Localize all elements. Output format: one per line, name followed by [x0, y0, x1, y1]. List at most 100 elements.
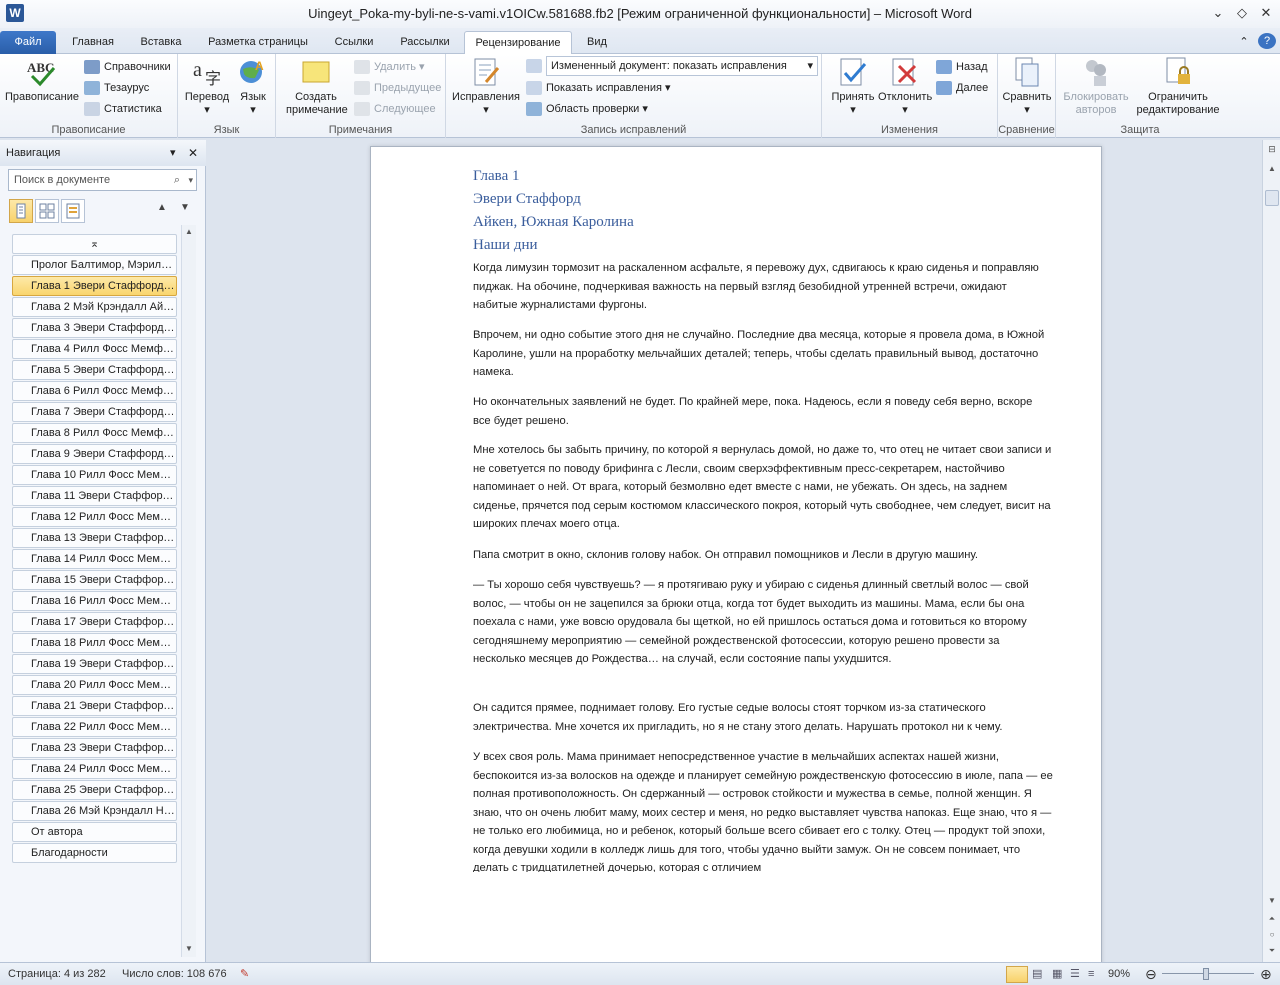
paragraph[interactable]: Когда лимузин тормозит на раскаленном ас… — [473, 259, 1053, 315]
tab-mailings[interactable]: Рассылки — [392, 31, 458, 54]
nav-heading-item[interactable]: Глава 15 Эвери Стаффорд … — [12, 570, 177, 590]
next-comment-button[interactable]: Следующее — [354, 99, 436, 119]
thesaurus-button[interactable]: Тезаурус — [84, 78, 149, 98]
nav-heading-item[interactable]: Благодарности — [12, 843, 177, 863]
spelling-button[interactable]: ABC Правописание — [4, 56, 80, 103]
show-markup-button[interactable]: Показать исправления ▾ — [526, 78, 671, 98]
page-counter[interactable]: Страница: 4 из 282 — [8, 963, 106, 985]
nav-heading-item[interactable]: Глава 17 Эвери Стаффорд … — [12, 612, 177, 632]
track-changes-button[interactable]: Исправления ▾ — [450, 56, 522, 116]
scroll-up-icon[interactable]: ▲ — [182, 225, 196, 239]
restore-icon[interactable]: ◇ — [1232, 4, 1252, 22]
close-window-icon[interactable]: ✕ — [1256, 4, 1276, 22]
previous-heading-icon[interactable]: ▲ — [157, 202, 167, 213]
search-input[interactable]: Поиск в документе ⌕ ▾ — [8, 169, 197, 191]
scroll-up-icon[interactable]: ▲ — [1264, 164, 1280, 178]
search-icon[interactable]: ⌕ — [174, 170, 180, 190]
nav-heading-item[interactable]: Глава 9 Эвери Стаффорд А… — [12, 444, 177, 464]
tab-home[interactable]: Главная — [64, 31, 122, 54]
web-layout-icon[interactable]: ▦ — [1052, 963, 1062, 985]
word-count[interactable]: Число слов: 108 676 — [122, 963, 227, 985]
nav-heading-item[interactable]: От автора — [12, 822, 177, 842]
collapse-ribbon-icon[interactable]: ⌃ — [1236, 31, 1252, 54]
headings-view-icon[interactable] — [9, 199, 33, 223]
document-page[interactable]: Глава 1 Эвери Стаффорд Айкен, Южная Каро… — [370, 146, 1102, 962]
translate-button[interactable]: a字 Перевод ▾ — [182, 56, 232, 116]
scroll-down-icon[interactable]: ▼ — [1264, 896, 1280, 910]
nav-heading-item[interactable]: Глава 26 Мэй Крэндалл На… — [12, 801, 177, 821]
nav-heading-item[interactable]: Глава 22 Рилл Фосс Мемф… — [12, 717, 177, 737]
paragraph[interactable]: Мне хотелось бы забыть причину, по котор… — [473, 441, 1053, 534]
zoom-slider-thumb[interactable] — [1203, 968, 1209, 980]
draft-icon[interactable]: ≡ — [1088, 963, 1094, 985]
delete-comment-button[interactable]: Удалить ▾ — [354, 57, 425, 77]
nav-heading-item[interactable]: Глава 18 Рилл Фосс Мемф… — [12, 633, 177, 653]
tab-references[interactable]: Ссылки — [324, 31, 384, 54]
previous-page-icon[interactable]: ⏶ — [1264, 914, 1280, 928]
nav-heading-item[interactable]: Глава 21 Эвери Стаффорд … — [12, 696, 177, 716]
paragraph[interactable]: Но окончательных заявлений не будет. По … — [473, 393, 1053, 430]
zoom-in-icon[interactable]: ⊕ — [1260, 963, 1272, 985]
nav-heading-item[interactable]: Глава 24 Рилл Фосс Мемф… — [12, 759, 177, 779]
results-view-icon[interactable] — [61, 199, 85, 223]
nav-heading-item[interactable]: Глава 11 Эвери Стаффорд … — [12, 486, 177, 506]
language-button[interactable]: A Язык ▾ — [232, 56, 274, 116]
document-area[interactable]: Глава 1 Эвери Стаффорд Айкен, Южная Каро… — [207, 140, 1262, 962]
proofing-errors-icon[interactable]: ✎ — [240, 963, 249, 985]
nav-heading-item[interactable]: Глава 6 Рилл Фосс Мемфи… — [12, 381, 177, 401]
paragraph[interactable]: Папа смотрит в окно, склонив голову набо… — [473, 546, 1053, 565]
nav-heading-item[interactable]: Глава 12 Рилл Фосс Мемф… — [12, 507, 177, 527]
nav-heading-item[interactable]: Глава 10 Рилл Фосс Мемф… — [12, 465, 177, 485]
nav-heading-item[interactable]: Глава 23 Эвери Стаффорд … — [12, 738, 177, 758]
help-icon[interactable]: ? — [1258, 33, 1276, 49]
pages-view-icon[interactable] — [35, 199, 59, 223]
research-button[interactable]: Справочники — [84, 57, 171, 77]
nav-heading-item[interactable]: Глава 19 Эвери Стаффорд … — [12, 654, 177, 674]
previous-comment-button[interactable]: Предыдущее — [354, 78, 441, 98]
scroll-thumb[interactable] — [1265, 190, 1279, 206]
tab-review[interactable]: Рецензирование — [464, 31, 572, 55]
paragraph[interactable]: У всех своя роль. Мама принимает непосре… — [473, 748, 1053, 872]
display-mode-field[interactable]: Измененный документ: показать исправлени… — [546, 56, 818, 77]
next-change-button[interactable]: Далее — [936, 78, 988, 98]
paragraph[interactable]: — Ты хорошо себя чувствуешь? — я протяги… — [473, 576, 1053, 669]
nav-heading-item[interactable]: Глава 20 Рилл Фосс Мемф… — [12, 675, 177, 695]
paragraph[interactable]: Впрочем, ни одно событие этого дня не сл… — [473, 326, 1053, 382]
select-browse-object-icon[interactable]: ○ — [1264, 930, 1280, 944]
close-pane-icon[interactable]: ✕ — [188, 140, 198, 166]
nav-heading-item[interactable]: Глава 16 Рилл Фосс Мемф… — [12, 591, 177, 611]
scroll-down-icon[interactable]: ▼ — [182, 942, 196, 956]
reject-button[interactable]: Отклонить ▾ — [878, 56, 932, 116]
nav-heading-item[interactable]: Глава 3 Эвери Стаффорд А… — [12, 318, 177, 338]
paragraph[interactable]: Он садится прямее, поднимает голову. Его… — [473, 699, 1053, 736]
tab-page-layout[interactable]: Разметка страницы — [200, 31, 316, 54]
nav-heading-item[interactable]: Глава 5 Эвери Стаффорд А… — [12, 360, 177, 380]
next-heading-icon[interactable]: ▼ — [180, 202, 190, 213]
nav-heading-item[interactable]: Глава 13 Эвери Стаффорд … — [12, 528, 177, 548]
tab-view[interactable]: Вид — [580, 31, 614, 54]
outline-icon[interactable]: ☰ — [1070, 963, 1080, 985]
nav-heading-item[interactable]: Глава 1 Эвери Стаффорд А… — [12, 276, 177, 296]
search-options-icon[interactable]: ▾ — [188, 170, 193, 190]
minimize-icon[interactable]: ⌄ — [1208, 4, 1228, 22]
display-for-review-select[interactable]: Измененный документ: показать исправлени… — [526, 56, 818, 77]
nav-heading-item[interactable]: Глава 14 Рилл Фосс Мемф… — [12, 549, 177, 569]
previous-change-button[interactable]: Назад — [936, 57, 988, 77]
navigation-scrollbar[interactable]: ▲ ▼ — [181, 225, 196, 957]
collapse-all-icon[interactable]: ⌅ — [12, 234, 177, 254]
nav-heading-item[interactable]: Глава 2 Мэй Крэндалл Айк… — [12, 297, 177, 317]
new-comment-button[interactable]: Создать примечание — [280, 56, 352, 117]
nav-heading-item[interactable]: Глава 4 Рилл Фосс Мемфи… — [12, 339, 177, 359]
print-layout-icon[interactable] — [1006, 966, 1028, 983]
nav-heading-item[interactable]: Глава 7 Эвери Стаффорд А… — [12, 402, 177, 422]
full-screen-reading-icon[interactable]: ▤ — [1032, 963, 1042, 985]
reviewing-pane-button[interactable]: Область проверки ▾ — [526, 99, 648, 119]
nav-heading-item[interactable]: Глава 8 Рилл Фосс Мемфи… — [12, 423, 177, 443]
pane-options-icon[interactable]: ▾ — [170, 140, 176, 166]
restrict-editing-button[interactable]: Ограничить редактирование — [1136, 56, 1220, 117]
tab-insert[interactable]: Вставка — [130, 31, 192, 54]
nav-heading-item[interactable]: Глава 25 Эвери Стаффорд … — [12, 780, 177, 800]
block-authors-button[interactable]: Блокировать авторов — [1058, 56, 1134, 117]
vertical-scrollbar[interactable]: ⊟ ▲ ▼ ⏶ ○ ⏷ — [1262, 140, 1280, 962]
tab-file[interactable]: Файл — [0, 31, 56, 54]
